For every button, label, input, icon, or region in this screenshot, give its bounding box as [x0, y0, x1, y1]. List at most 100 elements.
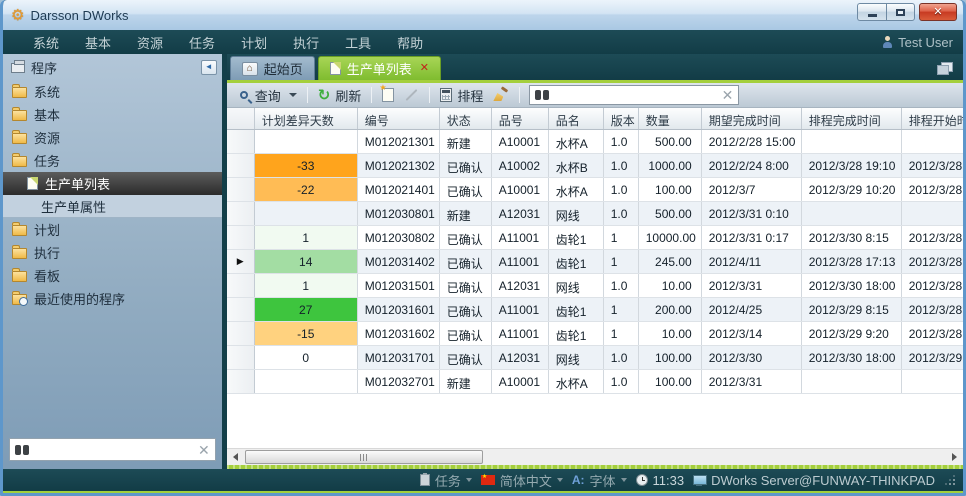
sidebar-collapse-button[interactable]: ◄	[201, 60, 217, 75]
cell-version[interactable]: 1	[604, 298, 639, 321]
sidebar-search-clear-icon[interactable]: ✕	[198, 443, 210, 457]
cell-diff[interactable]: 14	[255, 250, 358, 273]
cell-item_no[interactable]: A10002	[492, 154, 549, 177]
column-header-row-selector[interactable]	[227, 108, 255, 129]
query-button[interactable]: 查询	[235, 84, 302, 107]
row-selector[interactable]	[227, 298, 255, 321]
cell-status[interactable]: 已确认	[440, 178, 492, 201]
cell-version[interactable]: 1.0	[604, 154, 639, 177]
cell-expect[interactable]: 2012/3/31 0:17	[702, 226, 802, 249]
resize-grip[interactable]	[946, 476, 955, 485]
cell-expect[interactable]: 2012/3/31	[702, 274, 802, 297]
cell-item_no[interactable]: A10001	[492, 370, 549, 393]
cell-item_name[interactable]: 水杯A	[549, 178, 604, 201]
sidebar-item-1[interactable]: 基本	[3, 103, 222, 126]
row-selector[interactable]	[227, 178, 255, 201]
menu-item-6[interactable]: 工具	[333, 31, 383, 54]
cell-version[interactable]: 1.0	[604, 274, 639, 297]
cell-sched_end[interactable]: 2012/3/30 18:00	[802, 346, 902, 369]
scroll-right-button[interactable]	[946, 449, 963, 465]
cell-version[interactable]: 1.0	[604, 346, 639, 369]
cell-item_no[interactable]: A11001	[492, 322, 549, 345]
column-header-4[interactable]: 品名	[549, 108, 604, 129]
refresh-button[interactable]: ↻ 刷新	[313, 84, 367, 107]
table-row[interactable]: -15M012031602已确认A11001齿轮1110.002012/3/14…	[227, 322, 963, 346]
minimize-button[interactable]	[857, 3, 886, 21]
cell-sched_start[interactable]: 2012/3/28 10:52	[902, 250, 963, 273]
cell-expect[interactable]: 2012/4/25	[702, 298, 802, 321]
cell-diff[interactable]: -33	[255, 154, 358, 177]
row-selector[interactable]	[227, 130, 255, 153]
cell-sched_start[interactable]: 2012/3/28 10:52	[902, 154, 963, 177]
table-row[interactable]: ▶14M012031402已确认A11001齿轮11245.002012/4/1…	[227, 250, 963, 274]
cell-qty[interactable]: 100.00	[639, 178, 702, 201]
sidebar-item-9[interactable]: 最近使用的程序	[3, 287, 222, 310]
cell-code[interactable]: M012021302	[358, 154, 440, 177]
sidebar-item-5[interactable]: 生产单属性	[3, 195, 222, 218]
status-task-selector[interactable]: 任务	[420, 471, 472, 490]
cell-status[interactable]: 已确认	[440, 154, 492, 177]
sidebar-item-0[interactable]: 系统	[3, 80, 222, 103]
tab-1[interactable]: 生产单列表✕	[318, 56, 441, 80]
row-selector[interactable]	[227, 274, 255, 297]
menu-item-3[interactable]: 任务	[177, 31, 227, 54]
cell-item_name[interactable]: 水杯A	[549, 130, 604, 153]
row-selector[interactable]	[227, 370, 255, 393]
cell-expect[interactable]: 2012/3/14	[702, 322, 802, 345]
cell-sched_start[interactable]: 2012/3/28 10:52	[902, 274, 963, 297]
cell-status[interactable]: 新建	[440, 130, 492, 153]
menu-item-0[interactable]: 系统	[21, 31, 71, 54]
cell-code[interactable]: M012031602	[358, 322, 440, 345]
cell-sched_start[interactable]: 2012/3/29 17:46	[902, 346, 963, 369]
row-selector[interactable]	[227, 346, 255, 369]
sidebar-item-8[interactable]: 看板	[3, 264, 222, 287]
menu-item-7[interactable]: 帮助	[385, 31, 435, 54]
table-row[interactable]: -22M012021401已确认A10001水杯A1.0100.002012/3…	[227, 178, 963, 202]
cell-qty[interactable]: 10.00	[639, 274, 702, 297]
cell-sched_end[interactable]: 2012/3/28 17:13	[802, 250, 902, 273]
cell-diff[interactable]: 0	[255, 346, 358, 369]
cell-expect[interactable]: 2012/3/31	[702, 370, 802, 393]
cell-diff[interactable]	[255, 130, 358, 153]
cell-sched_start[interactable]	[902, 130, 963, 153]
column-header-1[interactable]: 编号	[358, 108, 440, 129]
row-selector[interactable]	[227, 322, 255, 345]
sidebar-item-2[interactable]: 资源	[3, 126, 222, 149]
cell-item_no[interactable]: A11001	[492, 250, 549, 273]
cell-item_no[interactable]: A12031	[492, 346, 549, 369]
cell-status[interactable]: 新建	[440, 202, 492, 225]
table-row[interactable]: 1M012031501已确认A12031网线1.010.002012/3/312…	[227, 274, 963, 298]
cell-diff[interactable]: -22	[255, 178, 358, 201]
cell-sched_end[interactable]	[802, 370, 902, 393]
cell-qty[interactable]: 245.00	[639, 250, 702, 273]
row-selector[interactable]: ▶	[227, 250, 255, 273]
cell-code[interactable]: M012030802	[358, 226, 440, 249]
cell-code[interactable]: M012031501	[358, 274, 440, 297]
cell-code[interactable]: M012032701	[358, 370, 440, 393]
cell-expect[interactable]: 2012/3/30	[702, 346, 802, 369]
close-button[interactable]: ✕	[919, 3, 957, 21]
table-row[interactable]: M012030801新建A12031网线1.0500.002012/3/31 0…	[227, 202, 963, 226]
cell-code[interactable]: M012031601	[358, 298, 440, 321]
cell-item_name[interactable]: 齿轮1	[549, 322, 604, 345]
cell-version[interactable]: 1	[604, 250, 639, 273]
cell-diff[interactable]: -15	[255, 322, 358, 345]
cell-item_no[interactable]: A10001	[492, 178, 549, 201]
table-row[interactable]: -33M012021302已确认A10002水杯B1.01000.002012/…	[227, 154, 963, 178]
cell-item_name[interactable]: 网线	[549, 346, 604, 369]
cell-sched_end[interactable]	[802, 202, 902, 225]
cell-diff[interactable]	[255, 202, 358, 225]
cell-diff[interactable]	[255, 370, 358, 393]
scroll-left-button[interactable]	[227, 449, 244, 465]
column-header-7[interactable]: 期望完成时间	[702, 108, 802, 129]
cell-item_name[interactable]: 齿轮1	[549, 298, 604, 321]
table-row[interactable]: 0M012031701已确认A12031网线1.0100.002012/3/30…	[227, 346, 963, 370]
cell-code[interactable]: M012030801	[358, 202, 440, 225]
horizontal-scrollbar[interactable]	[227, 448, 963, 465]
sidebar-item-6[interactable]: 计划	[3, 218, 222, 241]
cell-status[interactable]: 已确认	[440, 322, 492, 345]
cell-item_no[interactable]: A11001	[492, 298, 549, 321]
column-header-2[interactable]: 状态	[440, 108, 492, 129]
menu-item-1[interactable]: 基本	[73, 31, 123, 54]
cell-item_name[interactable]: 网线	[549, 274, 604, 297]
